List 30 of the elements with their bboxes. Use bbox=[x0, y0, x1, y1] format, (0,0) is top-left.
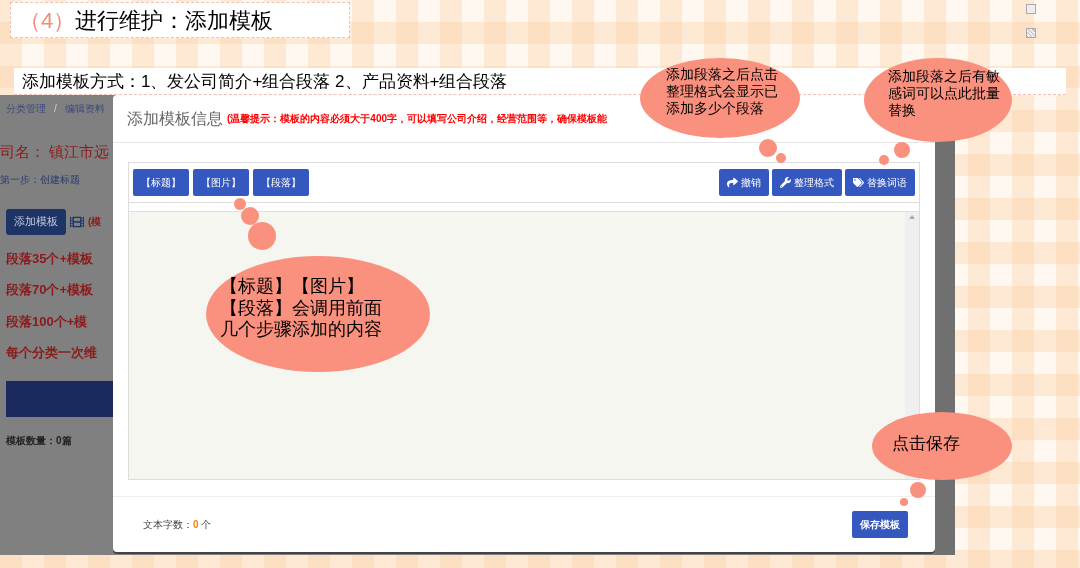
film-icon bbox=[70, 214, 84, 229]
insert-button[interactable]: 【标题】 bbox=[133, 169, 189, 196]
template-count: 模板数量：0篇 bbox=[5, 433, 73, 448]
modal-title: 添加模板信息 bbox=[127, 108, 223, 129]
toolbar-button[interactable]: 替换词语 bbox=[845, 169, 915, 196]
wrench-icon bbox=[780, 177, 791, 188]
tip-text: (温馨提示：模板的内容必须大于400字，可以填写公司介绍，经营范围等，确保模板能 bbox=[227, 112, 607, 126]
pattern-icon[interactable] bbox=[1026, 28, 1036, 38]
scroll-up-icon[interactable] bbox=[909, 215, 915, 219]
tooltip-text: 点击保存 bbox=[892, 434, 960, 455]
list-item: 段落35个+模板 bbox=[6, 249, 95, 268]
tooltip-text: 【标题】【图片】 【段落】会调用前面 几个步骤添加的内容 bbox=[220, 276, 382, 341]
note-text: (模 bbox=[88, 215, 102, 229]
list-item: 段落70个+模板 bbox=[6, 281, 95, 299]
share-arrow-icon bbox=[727, 177, 738, 188]
insert-button[interactable]: 【段落】 bbox=[253, 169, 309, 196]
list-item: 每个分类一次维 bbox=[6, 344, 98, 362]
save-button[interactable]: 保存模板 bbox=[852, 511, 908, 538]
toolbar-button[interactable]: 整理格式 bbox=[772, 169, 842, 196]
panel-icon[interactable] bbox=[1026, 4, 1036, 14]
word-count: 文本字数：0 个 bbox=[143, 518, 212, 532]
tooltip-text: 添加段落之后点击 整理格式会显示已 添加多少个段落 bbox=[666, 66, 778, 117]
add-template-button[interactable]: 添加模板 bbox=[6, 208, 66, 235]
slide-title: （4）进行维护：添加模板 bbox=[10, 2, 350, 38]
list-item: 段落100个+模 bbox=[6, 312, 89, 331]
tags-icon bbox=[853, 177, 864, 188]
toolbar-button[interactable]: 撤销 bbox=[719, 169, 769, 196]
company-name: 司名： 镇江市远 bbox=[0, 142, 111, 162]
insert-button[interactable]: 【图片】 bbox=[193, 169, 249, 196]
tooltip-text: 添加段落之后有敏 感词可以点此批量 替换 bbox=[888, 68, 1000, 119]
